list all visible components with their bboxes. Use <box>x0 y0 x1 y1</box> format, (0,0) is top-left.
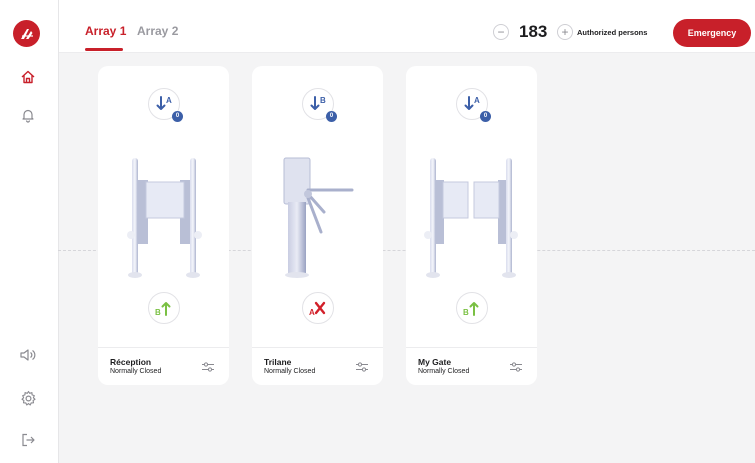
active-tab-indicator <box>85 48 123 51</box>
exit-direction-button[interactable]: B <box>456 292 488 324</box>
brand-logo <box>13 20 40 47</box>
home-icon[interactable] <box>17 66 39 88</box>
exit-direction-button[interactable]: A <box>302 292 334 324</box>
gate-status: Normally Closed <box>264 368 316 375</box>
sliders-icon[interactable] <box>201 361 215 373</box>
direction-letter: B <box>320 96 326 105</box>
count-badge: 0 <box>480 111 491 122</box>
gate-name: Trilane <box>264 357 292 367</box>
direction-letter: A <box>166 96 172 105</box>
logout-icon[interactable] <box>17 429 39 451</box>
emergency-button[interactable]: Emergency <box>673 19 751 47</box>
card-footer: My Gate Normally Closed <box>406 347 537 385</box>
blocked-icon: A <box>309 301 326 317</box>
increment-button[interactable]: + <box>557 24 573 40</box>
arrow-up-icon: B <box>463 302 479 317</box>
swing-gate-illustration <box>127 158 202 278</box>
count-badge: 0 <box>172 111 183 122</box>
direction-letter: A <box>474 96 480 105</box>
exit-direction-button[interactable]: B <box>148 292 180 324</box>
count-badge: 0 <box>326 111 337 122</box>
entry-direction-button[interactable]: A 0 <box>148 88 183 122</box>
direction-letter: A <box>309 308 315 317</box>
gate-status: Normally Closed <box>418 368 470 375</box>
gate-status: Normally Closed <box>110 368 162 375</box>
bell-icon[interactable] <box>17 104 39 126</box>
gate-name: Réception <box>110 357 152 367</box>
tab-array-1[interactable]: Array 1 <box>85 24 126 38</box>
direction-letter: B <box>155 308 161 317</box>
tripod-turnstile-illustration <box>283 157 354 278</box>
counter-label: Authorized persons <box>577 28 648 37</box>
sidebar <box>0 0 59 463</box>
gate-card[interactable]: B 0 A Trilane Normally Closed <box>252 66 383 385</box>
gate-card[interactable]: A 0 B My Gate Normally Closed <box>406 66 537 385</box>
arrow-up-icon: B <box>155 302 171 317</box>
direction-letter: B <box>463 308 469 317</box>
gate-name: My Gate <box>418 357 452 367</box>
gear-icon[interactable] <box>17 387 39 409</box>
person-counter: − 183 + Authorized persons <box>483 18 663 46</box>
gate-card[interactable]: A 0 B Réception Normally Closed <box>98 66 229 385</box>
sliders-icon[interactable] <box>509 361 523 373</box>
counter-value: 183 <box>519 22 548 41</box>
entry-direction-button[interactable]: A 0 <box>456 88 491 122</box>
logo-mark-icon <box>20 28 33 39</box>
tab-array-2[interactable]: Array 2 <box>137 24 178 38</box>
sliders-icon[interactable] <box>355 361 369 373</box>
card-footer: Réception Normally Closed <box>98 347 229 385</box>
swing-gate-illustration <box>424 158 518 278</box>
decrement-button[interactable]: − <box>493 24 509 40</box>
card-footer: Trilane Normally Closed <box>252 347 383 385</box>
entry-direction-button[interactable]: B 0 <box>302 88 337 122</box>
speaker-icon[interactable] <box>17 344 39 366</box>
